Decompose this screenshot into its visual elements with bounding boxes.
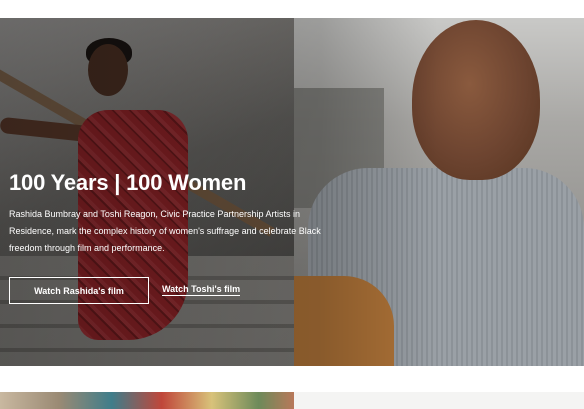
hero-title: 100 Years | 100 Women [9, 170, 247, 195]
hero-banner: 100 Years | 100 Women Rashida Bumbray an… [0, 18, 584, 366]
watch-toshi-film-link[interactable]: Watch Toshi's film [162, 284, 241, 296]
watch-rashida-film-button[interactable]: Watch Rashida's film [9, 277, 149, 304]
top-bar [0, 0, 584, 18]
next-card-image[interactable] [0, 392, 294, 409]
next-card-panel [294, 392, 584, 409]
hero-description: Rashida Bumbray and Toshi Reagon, Civic … [9, 209, 321, 253]
